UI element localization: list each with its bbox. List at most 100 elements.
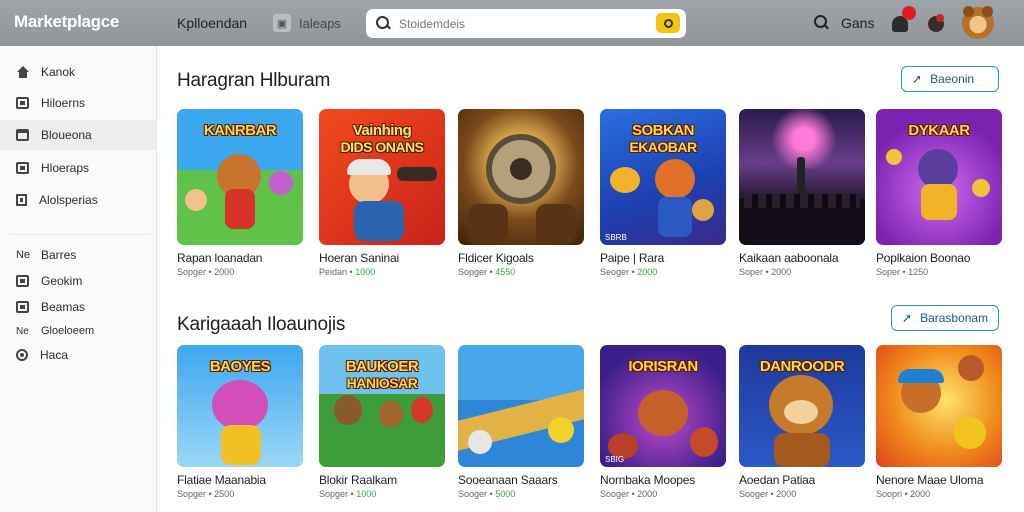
notification-badge <box>902 6 916 20</box>
box-icon <box>16 97 29 109</box>
box-icon <box>16 162 29 174</box>
game-thumbnail-subtitle: HANIOSAR <box>346 375 418 391</box>
search-submit-button[interactable] <box>656 13 680 33</box>
game-thumbnail-title: KANRBAR <box>203 122 277 139</box>
game-meta: Seoger • 2000 <box>600 267 658 277</box>
section-action-button[interactable]: ➚ Baeonin <box>901 66 999 92</box>
game-meta: Sopger • 1000 <box>319 489 377 499</box>
game-card[interactable]: SOBKAN EKAOBAR SBRB Paipe | Rara Seoger … <box>600 109 726 277</box>
game-thumbnail-footer: SBRB <box>605 233 627 242</box>
game-meta: Sopger • 2000 <box>177 267 235 277</box>
game-thumbnail-footer: SBIG <box>605 455 625 464</box>
sidebar: Kanok Hiloerns Bloueona Hloeraps Alolspe… <box>0 46 157 512</box>
arrow-icon: ➚ <box>902 311 913 325</box>
game-card[interactable]: Nenore Maae Uloma Soopri • 2000 <box>876 345 1002 499</box>
sidebar-item-label: Haca <box>40 348 69 362</box>
sidebar-item-8[interactable]: Haca <box>0 340 157 370</box>
notification-button[interactable] <box>890 6 916 34</box>
game-card[interactable]: DYKAAR Poplkaion Boonao Soper • 1250 <box>876 109 1002 277</box>
sidebar-item-1[interactable]: Kanok <box>0 57 157 87</box>
sidebar-item-label: Hiloerns <box>41 96 86 110</box>
game-title: Paipe | Rara <box>600 251 665 265</box>
sidebar-item-label: Hloeraps <box>41 161 90 175</box>
games-link[interactable]: Gans <box>841 15 874 31</box>
game-title: Poplkaion Boonao <box>876 251 971 265</box>
grid-icon[interactable]: ▣ <box>273 14 291 32</box>
sidebar-item-5[interactable]: Alolsperias <box>0 185 157 215</box>
sidebar-divider <box>10 234 150 235</box>
sidebar-item-label: Gloeloeem <box>41 325 95 337</box>
game-card[interactable]: KANRBAR Rapan loanadan Sopger • 2000 <box>177 109 303 277</box>
game-meta: Sooger • 5000 <box>458 489 516 499</box>
game-title: Sooeanaan Saaars <box>458 473 558 487</box>
game-thumbnail[interactable]: KANRBAR <box>177 109 303 245</box>
game-thumbnail-title: Vainhing <box>352 122 412 139</box>
section-action-label: Baeonin <box>930 72 975 86</box>
game-card[interactable]: Fldicer Kigoals Sopger • 4550 <box>458 109 584 277</box>
box-icon <box>16 275 29 287</box>
game-meta: Soper • 2000 <box>739 267 792 277</box>
game-meta: Sopger • 2500 <box>177 489 235 499</box>
game-card[interactable]: DANROODR Aoedan Patiaa Sooger • 2000 <box>739 345 865 499</box>
mascot-icon[interactable] <box>926 12 946 34</box>
game-card[interactable]: Kaikaan aaboonala Soper • 2000 <box>739 109 865 277</box>
game-title: Kaikaan aaboonala <box>739 251 839 265</box>
game-card[interactable]: BAOYES Flatiae Maanabia Sopger • 2500 <box>177 345 303 499</box>
brand-logo[interactable]: Marketplagce <box>14 12 119 32</box>
sidebar-item-label: Barres <box>41 248 77 262</box>
tab-primary[interactable]: Kplloendan <box>177 15 247 31</box>
search-icon[interactable] <box>814 15 830 31</box>
game-title: Nornbaka Moopes <box>600 473 696 487</box>
game-card[interactable]: Vainhing DIDS ONANS Hoeran Saninai Peida… <box>319 109 445 277</box>
game-thumbnail[interactable] <box>458 345 584 467</box>
game-thumbnail-title: DANROODR <box>759 358 845 375</box>
game-meta: Peidan • 1000 <box>319 267 376 277</box>
game-thumbnail[interactable]: Vainhing DIDS ONANS <box>319 109 445 245</box>
game-meta: Sooger • 2000 <box>600 489 658 499</box>
top-bar: Marketplagce Kplloendan ▣ Ialeaps Gans <box>0 0 1024 46</box>
sidebar-item-4[interactable]: Hloeraps <box>0 153 157 183</box>
section-action-button[interactable]: ➚ Barasbonam <box>891 305 999 331</box>
game-thumbnail-title: SOBKAN <box>631 122 695 139</box>
game-title: Aoedan Patiaa <box>739 473 816 487</box>
sidebar-prefix: Ne <box>16 325 29 337</box>
search-icon <box>376 16 391 31</box>
game-meta: Soopri • 2000 <box>876 489 931 499</box>
game-thumbnail[interactable] <box>458 109 584 245</box>
game-card[interactable]: Sooeanaan Saaars Sooger • 5000 <box>458 345 584 499</box>
game-thumbnail-title: BAOYES <box>209 358 271 375</box>
game-thumbnail-title: IORISRAN <box>628 358 698 375</box>
avatar[interactable] <box>962 6 994 39</box>
game-thumbnail[interactable]: BAUKOER HANIOSAR <box>319 345 445 467</box>
game-thumbnail-title: BAUKOER <box>345 358 419 375</box>
game-title: Flatiae Maanabia <box>177 473 266 487</box>
calendar-icon <box>16 129 29 141</box>
sidebar-item-label: Alolsperias <box>39 193 98 207</box>
sidebar-item-2[interactable]: Hiloerns <box>0 88 157 118</box>
section-title: Karigaaah Iloaunojis <box>177 314 346 335</box>
game-thumbnail[interactable]: SOBKAN EKAOBAR SBRB <box>600 109 726 245</box>
search-input[interactable] <box>399 16 649 31</box>
game-card[interactable]: BAUKOER HANIOSAR Blokir Raalkam Sopger •… <box>319 345 445 499</box>
search-icon <box>663 18 673 28</box>
box-icon <box>16 301 29 313</box>
game-title: Rapan loanadan <box>177 251 263 265</box>
game-card[interactable]: IORISRAN SBIG Nornbaka Moopes Sooger • 2… <box>600 345 726 499</box>
game-thumbnail[interactable] <box>739 109 865 245</box>
document-icon <box>16 194 27 206</box>
game-thumbnail[interactable] <box>876 345 1002 467</box>
game-thumbnail-subtitle: DIDS ONANS <box>340 139 424 155</box>
home-icon <box>16 66 29 78</box>
game-thumbnail[interactable]: DYKAAR <box>876 109 1002 245</box>
game-thumbnail-subtitle: EKAOBAR <box>629 139 697 155</box>
game-meta: Sopger • 4550 <box>458 267 516 277</box>
sidebar-item-3[interactable]: Bloueona <box>0 120 157 150</box>
game-thumbnail-title: DYKAAR <box>908 122 970 139</box>
game-thumbnail[interactable]: IORISRAN SBIG <box>600 345 726 467</box>
game-title: Hoeran Saninai <box>319 251 399 265</box>
sidebar-item-label: Bloueona <box>41 128 92 142</box>
game-thumbnail[interactable]: BAOYES <box>177 345 303 467</box>
tab-secondary[interactable]: Ialeaps <box>299 16 341 31</box>
sidebar-item-label: Beamas <box>41 300 86 314</box>
game-thumbnail[interactable]: DANROODR <box>739 345 865 467</box>
